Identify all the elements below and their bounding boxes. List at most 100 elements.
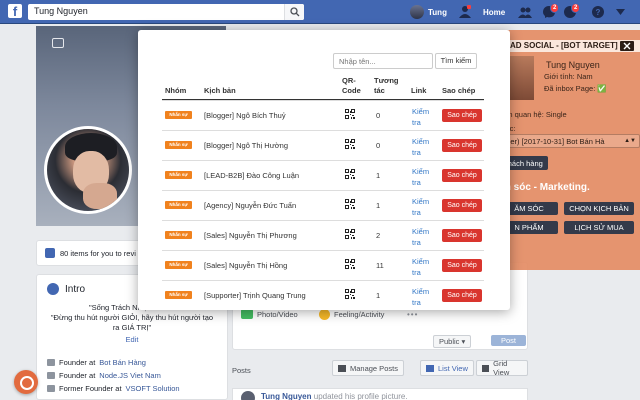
- list-view-button[interactable]: List View: [420, 360, 474, 376]
- briefcase-icon: [47, 359, 55, 366]
- extension-gender: Giới tính: Nam: [544, 72, 593, 81]
- copy-button[interactable]: Sao chép: [442, 109, 482, 122]
- column-header-script: Kịch bản: [204, 86, 236, 95]
- work-item: Founder at Node.JS Viet Nam: [47, 370, 180, 381]
- column-header-copy: Sao chép: [442, 86, 476, 95]
- interaction-count: 11: [376, 261, 384, 270]
- check-link[interactable]: Kiểm tra: [412, 166, 436, 188]
- extension-title: AD SOCIAL - [BOT TARGET]: [510, 41, 618, 50]
- items-text: 80 items for you to revi: [60, 248, 136, 258]
- copy-button[interactable]: Sao chép: [442, 289, 482, 302]
- home-link[interactable]: Home: [483, 8, 505, 17]
- interaction-count: 1: [376, 291, 381, 300]
- facebook-top-bar: f Tung Nguyen Tung Home 2 2 ?: [0, 0, 640, 24]
- group-tag: Nhắn sự: [165, 201, 192, 209]
- notifications-badge: 2: [571, 3, 581, 13]
- user-name: Tung: [428, 7, 447, 17]
- interaction-count: 0: [376, 141, 381, 150]
- interaction-count: 1: [376, 201, 381, 210]
- check-link[interactable]: Kiểm tra: [412, 196, 436, 218]
- interaction-count: 2: [376, 231, 381, 240]
- column-header-qr: QR-Code: [342, 76, 361, 95]
- chevron-down-icon: ▲▼: [624, 138, 636, 144]
- intro-edit-link[interactable]: Edit: [47, 335, 217, 344]
- script-picker-dialog: Tìm kiếm Nhóm Kịch bản QR-Code Tương tác…: [138, 30, 510, 310]
- photo-icon: [241, 309, 253, 319]
- camera-icon[interactable]: [52, 38, 64, 48]
- account-menu-icon[interactable]: [616, 8, 625, 16]
- facebook-logo-icon[interactable]: f: [8, 4, 22, 19]
- qr-code-icon[interactable]: [345, 289, 355, 299]
- feeling-activity-button[interactable]: Feeling/Activity: [319, 309, 384, 320]
- qr-code-icon[interactable]: [345, 109, 355, 119]
- photo-video-button[interactable]: Photo/Video: [241, 309, 298, 319]
- table-row: Nhắn sự [Blogger] Ngô Thị Hường 0 Kiểm tra S…: [162, 130, 484, 160]
- extension-launcher-button[interactable]: [14, 370, 38, 394]
- check-link[interactable]: Kiểm tra: [412, 286, 436, 308]
- search-icon: [290, 7, 300, 17]
- copy-button[interactable]: Sao chép: [442, 259, 482, 272]
- copy-button[interactable]: Sao chép: [442, 229, 482, 242]
- extension-profile-photo: [508, 56, 534, 100]
- check-link[interactable]: Kiểm tra: [412, 106, 436, 128]
- extension-page-select[interactable]: nder) [2017-10-31] Bot Bán Hà ▲▼: [498, 134, 640, 148]
- check-link[interactable]: Kiểm tra: [412, 136, 436, 158]
- qr-code-icon[interactable]: [345, 199, 355, 209]
- check-link[interactable]: Kiểm tra: [412, 256, 436, 278]
- facebook-search-button[interactable]: [284, 4, 304, 20]
- help-icon[interactable]: ?: [591, 5, 605, 19]
- profile-link[interactable]: Tung: [410, 5, 447, 19]
- facebook-search-input[interactable]: Tung Nguyen: [28, 4, 304, 20]
- script-name: [Sales] Nguyễn Thị Hồng: [204, 261, 288, 270]
- story-author-link[interactable]: Tung Nguyen: [261, 392, 312, 400]
- name-search-input[interactable]: [333, 53, 433, 69]
- group-tag: Nhắn sự: [165, 261, 192, 269]
- qr-code-icon[interactable]: [345, 229, 355, 239]
- qr-code-icon[interactable]: [345, 259, 355, 269]
- briefcase-icon: [47, 385, 55, 392]
- story-avatar[interactable]: [241, 391, 255, 400]
- copy-button[interactable]: Sao chép: [442, 169, 482, 182]
- grid-view-button[interactable]: Grid View: [476, 359, 528, 377]
- column-header-interactions: Tương tác: [374, 76, 399, 95]
- close-icon[interactable]: [620, 41, 634, 51]
- choose-script-button[interactable]: CHỌN KỊCH BẢN: [564, 202, 634, 215]
- search-button[interactable]: Tìm kiếm: [435, 53, 477, 69]
- group-tag: Nhắn sự: [165, 111, 192, 119]
- copy-button[interactable]: Sao chép: [442, 139, 482, 152]
- qr-code-icon[interactable]: [345, 139, 355, 149]
- work-item: Former Founder at VSOFT Solution: [47, 383, 180, 394]
- script-name: [Blogger] Ngô Thị Hường: [204, 141, 289, 150]
- more-options-button[interactable]: •••: [407, 310, 418, 319]
- purchase-history-button[interactable]: LỊCH SỬ MUA: [564, 221, 634, 234]
- table-row: Nhắn sự [Sales] Nguyễn Thị Hồng 11 Kiểm tra…: [162, 250, 484, 280]
- script-name: [Blogger] Ngô Bích Thuỷ: [204, 111, 286, 120]
- post-button[interactable]: Post: [491, 335, 527, 346]
- work-org-link[interactable]: Bot Bán Hàng: [99, 357, 146, 368]
- grid-icon: [482, 364, 490, 372]
- audience-selector[interactable]: Public ▾: [433, 335, 472, 348]
- friend-requests-icon[interactable]: [458, 5, 472, 19]
- column-header-group: Nhóm: [165, 86, 187, 95]
- profile-picture[interactable]: [44, 126, 132, 214]
- messages-badge: 2: [550, 3, 560, 13]
- work-list: Founder at Bot Bán Hàng Founder at Node.…: [47, 357, 180, 394]
- group-tag: Nhắn sự: [165, 141, 192, 149]
- extension-user-name: Tung Nguyen: [546, 60, 600, 70]
- extension-section-title: m sóc - Marketing.: [502, 182, 590, 193]
- script-name: [Agency] Nguyễn Đức Tuấn: [204, 201, 297, 210]
- table-row: Nhắn sự [Sales] Nguyễn Thị Phương 2 Kiểm tr…: [162, 220, 484, 250]
- intro-quote-line-3: ra GIÁ TRỊ": [112, 323, 152, 332]
- table-row: Nhắn sự [Agency] Nguyễn Đức Tuấn 1 Kiểm tra…: [162, 190, 484, 220]
- briefcase-icon: [47, 372, 55, 379]
- check-link[interactable]: Kiểm tra: [412, 226, 436, 248]
- friends-icon[interactable]: [518, 5, 532, 19]
- script-name: [Sales] Nguyễn Thị Phương: [204, 231, 297, 240]
- qr-code-icon[interactable]: [345, 169, 355, 179]
- extension-relationship: gan quan hệ: Single: [500, 110, 567, 119]
- copy-button[interactable]: Sao chép: [442, 199, 482, 212]
- work-org-link[interactable]: VSOFT Solution: [126, 383, 180, 394]
- group-tag: Nhắn sự: [165, 171, 192, 179]
- work-org-link[interactable]: Node.JS Viet Nam: [99, 370, 161, 381]
- manage-posts-button[interactable]: Manage Posts: [332, 360, 404, 376]
